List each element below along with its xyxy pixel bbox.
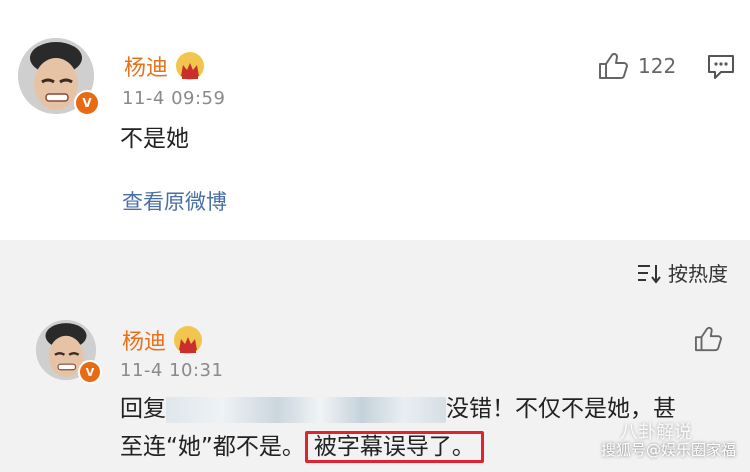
like-count: 122 — [638, 54, 677, 78]
reply-author-avatar[interactable]: V — [36, 320, 102, 384]
highlighted-text: 被字幕误导了。 — [304, 431, 484, 463]
sort-icon — [638, 264, 661, 284]
sort-bar: 按热度 — [0, 244, 750, 296]
watermark-source: 搜狐号@娱乐圈家福 — [600, 441, 736, 459]
like-button[interactable]: 122 — [598, 52, 676, 80]
author-name[interactable]: 杨迪 — [124, 50, 168, 82]
reply-author-name[interactable]: 杨迪 — [122, 324, 166, 356]
reply-like-button[interactable] — [694, 326, 722, 352]
verified-badge-icon: V — [74, 90, 100, 116]
comment-button[interactable] — [707, 54, 735, 84]
vip-crown-icon — [176, 52, 205, 80]
comment-bubble-icon — [708, 55, 734, 79]
sort-by-hot-button[interactable]: 按热度 — [636, 258, 728, 287]
comment-text: 不是她 — [120, 126, 189, 152]
vip-crown-icon — [174, 326, 203, 354]
author-avatar[interactable]: V — [18, 38, 100, 116]
verified-badge-icon: V — [78, 360, 102, 384]
view-original-weibo-link[interactable]: 查看原微博 — [122, 186, 227, 216]
comment-header: 杨迪 — [124, 50, 205, 82]
reply-header: 杨迪 — [122, 324, 203, 356]
reply-text-line2: 至连“她”都不是。 — [120, 434, 305, 460]
main-comment-section — [0, 0, 750, 240]
reply-timestamp: 11-4 10:31 — [120, 360, 224, 381]
reply-prefix: 回复 — [120, 396, 166, 422]
thumbs-up-icon — [599, 52, 628, 79]
comment-timestamp: 11-4 09:59 — [122, 88, 226, 109]
sort-label: 按热度 — [668, 262, 728, 286]
thumbs-up-icon — [695, 326, 722, 352]
blurred-mention — [166, 396, 446, 423]
